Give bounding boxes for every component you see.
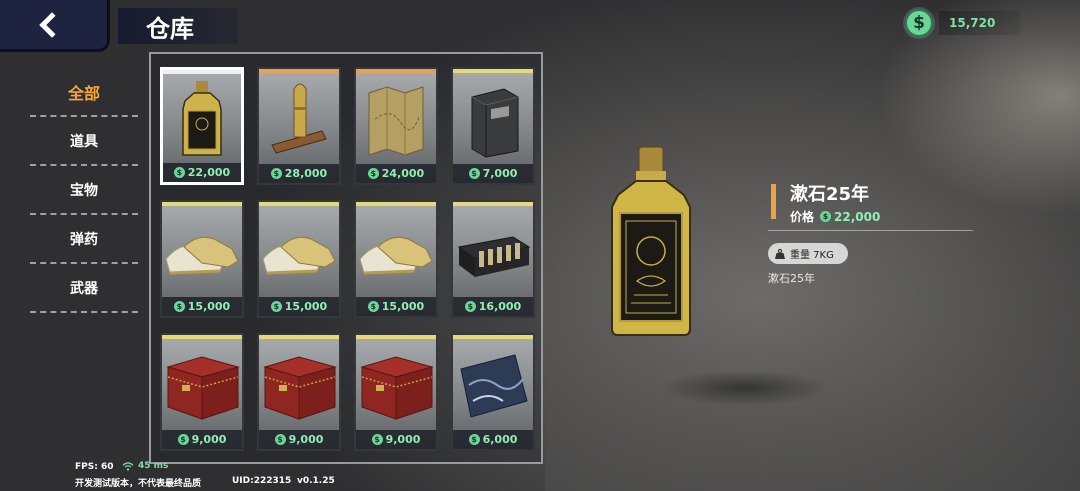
slot-price: $15,000 bbox=[259, 297, 339, 316]
dollar-coin-icon: $ bbox=[367, 168, 379, 179]
dollar-coin-icon: $ bbox=[173, 301, 185, 312]
sneakers-icon bbox=[356, 206, 436, 297]
inventory-slot[interactable]: $16,000 bbox=[451, 200, 535, 318]
red-chest-icon bbox=[259, 339, 339, 430]
category-all[interactable]: 全部 bbox=[30, 68, 138, 117]
item-preview bbox=[606, 143, 696, 339]
slot-price: $22,000 bbox=[163, 163, 241, 182]
currency-value: 15,720 bbox=[939, 11, 1020, 35]
slot-price-value: 6,000 bbox=[482, 433, 518, 446]
dollar-coin-icon: $ bbox=[177, 434, 189, 445]
dollar-coin-icon: $ bbox=[468, 168, 480, 179]
slot-price-value: 15,000 bbox=[381, 300, 425, 313]
inventory-slot[interactable]: $6,000 bbox=[451, 333, 535, 451]
weight-badge: 重量 7KG bbox=[768, 243, 848, 264]
slot-price-value: 7,000 bbox=[482, 167, 518, 180]
weight-icon bbox=[775, 248, 785, 259]
category-weapons[interactable]: 武器 bbox=[30, 264, 138, 313]
slot-price-value: 9,000 bbox=[191, 433, 227, 446]
category-props[interactable]: 道具 bbox=[30, 117, 138, 166]
slot-price: $6,000 bbox=[453, 430, 533, 449]
treasure-map-icon bbox=[356, 73, 436, 164]
slot-price-value: 24,000 bbox=[381, 167, 425, 180]
slot-price-value: 9,000 bbox=[288, 433, 324, 446]
slot-price: $28,000 bbox=[259, 164, 339, 183]
dollar-coin-icon: $ bbox=[371, 434, 383, 445]
inventory-slot[interactable]: $9,000 bbox=[354, 333, 438, 451]
currency-display: $ 15,720 bbox=[905, 8, 1020, 38]
inventory-slot[interactable]: $28,000 bbox=[257, 67, 341, 185]
user-id: UID:222315 bbox=[232, 476, 292, 486]
tea-set-icon bbox=[453, 206, 533, 297]
ping-indicator: 45 ms bbox=[122, 461, 168, 471]
inventory-slot[interactable]: $15,000 bbox=[354, 200, 438, 318]
category-ammo[interactable]: 弹药 bbox=[30, 215, 138, 264]
weight-value: 重量 7KG bbox=[790, 250, 834, 261]
dev-build-note: 开发测试版本，不代表最终品质 bbox=[75, 479, 202, 489]
item-name: 漱石25年 bbox=[790, 184, 870, 205]
dollar-coin-icon: $ bbox=[270, 301, 282, 312]
red-chest-icon bbox=[162, 339, 242, 430]
sneakers-icon bbox=[162, 206, 242, 297]
inventory-slot[interactable]: $15,000 bbox=[160, 200, 244, 318]
ping-value: 45 ms bbox=[138, 461, 169, 471]
inventory-slot[interactable]: $24,000 bbox=[354, 67, 438, 185]
dollar-coin-icon: $ bbox=[367, 301, 379, 312]
slot-price: $9,000 bbox=[356, 430, 436, 449]
slot-price-value: 15,000 bbox=[284, 300, 328, 313]
wifi-icon bbox=[122, 461, 134, 471]
red-chest-icon bbox=[356, 339, 436, 430]
preview-shadow bbox=[660, 370, 830, 406]
dollar-coin-icon: $ bbox=[468, 434, 480, 445]
inventory-slot[interactable]: $15,000 bbox=[257, 200, 341, 318]
inventory-slot[interactable]: $9,000 bbox=[257, 333, 341, 451]
inventory-grid: $22,000 $28,000 $24,000 $7,000 $15,000 $15,00… bbox=[160, 67, 535, 451]
slot-price: $16,000 bbox=[453, 297, 533, 316]
dollar-coin-icon: $ bbox=[270, 168, 282, 179]
whiskey-bottle-icon bbox=[611, 146, 691, 336]
whiskey-bottle-icon bbox=[163, 74, 241, 163]
slot-price-value: 9,000 bbox=[385, 433, 421, 446]
inventory-slot[interactable]: $22,000 bbox=[160, 67, 244, 185]
slot-price: $15,000 bbox=[162, 297, 242, 316]
slot-price-value: 28,000 bbox=[284, 167, 328, 180]
slot-price-value: 22,000 bbox=[187, 166, 231, 179]
slot-price-value: 16,000 bbox=[478, 300, 522, 313]
slot-price: $24,000 bbox=[356, 164, 436, 183]
dollar-coin-icon: $ bbox=[464, 301, 476, 312]
item-price: 22,000 bbox=[834, 209, 881, 224]
item-description: 漱石25年 bbox=[768, 272, 815, 285]
slot-price: $9,000 bbox=[259, 430, 339, 449]
slot-price: $9,000 bbox=[162, 430, 242, 449]
dollar-coin-icon: $ bbox=[173, 167, 185, 178]
sneakers-icon bbox=[259, 206, 339, 297]
fps-counter: FPS: 60 bbox=[75, 462, 114, 472]
dollar-coin-icon: $ bbox=[274, 434, 286, 445]
back-button[interactable] bbox=[0, 0, 110, 52]
dollar-coin-icon: $ bbox=[905, 9, 933, 37]
slot-price: $7,000 bbox=[453, 164, 533, 183]
page-title: 仓库 bbox=[146, 15, 194, 43]
chevron-left-icon bbox=[38, 11, 65, 38]
inventory-slot[interactable]: $9,000 bbox=[160, 333, 244, 451]
dollar-coin-icon: $ bbox=[820, 211, 832, 222]
item-price-row: 价格 $ 22,000 bbox=[790, 208, 880, 225]
category-list: 全部 道具 宝物 弹药 武器 bbox=[30, 68, 138, 313]
inventory-slot[interactable]: $7,000 bbox=[451, 67, 535, 185]
detail-divider bbox=[768, 230, 973, 231]
painting-icon bbox=[453, 339, 533, 430]
gift-box-icon bbox=[453, 73, 533, 164]
bullet-icon bbox=[259, 73, 339, 164]
slot-price-value: 15,000 bbox=[187, 300, 231, 313]
version-label: v0.1.25 bbox=[297, 476, 335, 486]
price-label: 价格 bbox=[790, 210, 815, 224]
category-treasure[interactable]: 宝物 bbox=[30, 166, 138, 215]
detail-accent-bar bbox=[771, 184, 776, 219]
slot-price: $15,000 bbox=[356, 297, 436, 316]
